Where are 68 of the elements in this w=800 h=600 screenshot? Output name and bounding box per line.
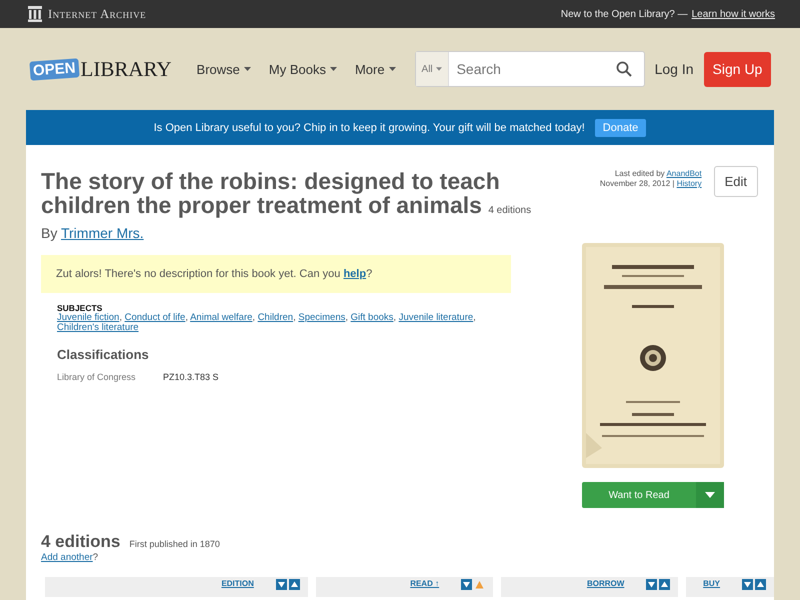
caret-icon <box>436 67 442 71</box>
sort-down-icon[interactable] <box>276 579 287 590</box>
comma: , <box>119 312 122 323</box>
subject-link[interactable]: Children's literature <box>57 322 139 333</box>
subject-link[interactable]: Juvenile fiction <box>57 312 120 323</box>
sort-link[interactable]: BUY <box>703 579 720 588</box>
sort-down-icon[interactable] <box>742 579 754 590</box>
brand-name: Internet Archive <box>48 6 146 22</box>
comma: , <box>393 312 396 323</box>
temple-icon <box>28 6 42 22</box>
subject-link[interactable]: Gift books <box>350 312 394 323</box>
comma: , <box>473 312 476 323</box>
sort-link[interactable]: READ ↑ <box>410 579 440 588</box>
dropdown-icon <box>705 492 715 498</box>
last-edited-label: Last edited by <box>614 169 665 178</box>
classification-value: PZ10.3.T83 S <box>163 372 219 382</box>
sort-up-icon[interactable] <box>659 579 670 590</box>
search-icon[interactable] <box>616 61 632 77</box>
logo-badge: OPEN <box>29 58 80 80</box>
welcome-text: New to the Open Library? — <box>560 8 688 20</box>
signup-button[interactable]: Sign Up <box>704 52 772 86</box>
caret-icon <box>330 67 337 71</box>
nav-menu[interactable]: Browse <box>190 62 258 76</box>
comma: , <box>345 312 348 323</box>
subject-link[interactable]: Specimens <box>298 312 346 323</box>
caret-icon <box>388 67 396 71</box>
login-link[interactable]: Log In <box>654 61 694 77</box>
open-library-logo[interactable]: OPEN LIBRARY <box>30 56 172 82</box>
edit-button[interactable]: Edit <box>714 166 758 197</box>
comma: , <box>252 312 256 323</box>
sort-up-icon[interactable] <box>288 579 300 590</box>
classifications-heading: Classifications <box>57 347 150 362</box>
help-link[interactable]: help <box>343 268 366 280</box>
nav-menu[interactable]: More <box>348 62 403 76</box>
question-mark: ? <box>92 552 98 563</box>
sort-link[interactable]: EDITION <box>221 579 254 588</box>
editor-link[interactable]: AnandBot <box>666 169 702 178</box>
logo-word: LIBRARY <box>80 56 172 82</box>
comma: , <box>293 312 296 323</box>
notice-text: Zut alors! There's no description for this book yet. Can you help? <box>56 268 372 280</box>
want-to-read-button[interactable]: Want to Read <box>582 482 724 508</box>
subject-link[interactable]: Conduct of life <box>124 312 186 323</box>
donate-button[interactable]: Donate <box>594 118 646 136</box>
sort-link[interactable]: BORROW <box>586 579 624 588</box>
banner-text: Is Open Library useful to you? Chip in to keep it growing. Your gift will be matched today! <box>154 122 585 134</box>
sort-down-icon[interactable] <box>646 579 658 590</box>
author-link[interactable]: Trimmer Mrs. <box>60 225 144 241</box>
search-field[interactable]: All Search <box>414 51 645 87</box>
first-published: First published in 1870 <box>129 539 220 549</box>
edit-date: November 28, 2012 | <box>600 179 674 188</box>
comma: , <box>185 312 188 323</box>
learn-link[interactable]: Learn how it works <box>692 8 775 20</box>
subjects-heading: SUBJECTS <box>57 303 104 313</box>
subject-link[interactable]: Animal welfare <box>190 312 252 323</box>
editions-heading: 4 editions <box>41 532 120 552</box>
archive-logo[interactable]: Internet Archive <box>28 6 146 22</box>
subject-link[interactable]: Juvenile literature <box>398 312 474 323</box>
history-link[interactable]: History <box>676 179 702 188</box>
book-title: The story of the robins: designed to teach children the proper treatment of animals 4 editions <box>41 169 532 220</box>
add-another-link[interactable]: Add another <box>41 552 93 563</box>
sort-down-icon[interactable] <box>461 579 472 590</box>
subject-link[interactable]: Children <box>258 312 294 323</box>
nav-menu[interactable]: My Books <box>262 62 344 76</box>
classification-label: Library of Congress <box>57 372 137 382</box>
caret-icon <box>244 67 251 71</box>
scope-dropdown[interactable]: All <box>416 52 449 86</box>
sort-up-icon[interactable] <box>755 579 766 590</box>
by-label: By <box>41 225 58 241</box>
